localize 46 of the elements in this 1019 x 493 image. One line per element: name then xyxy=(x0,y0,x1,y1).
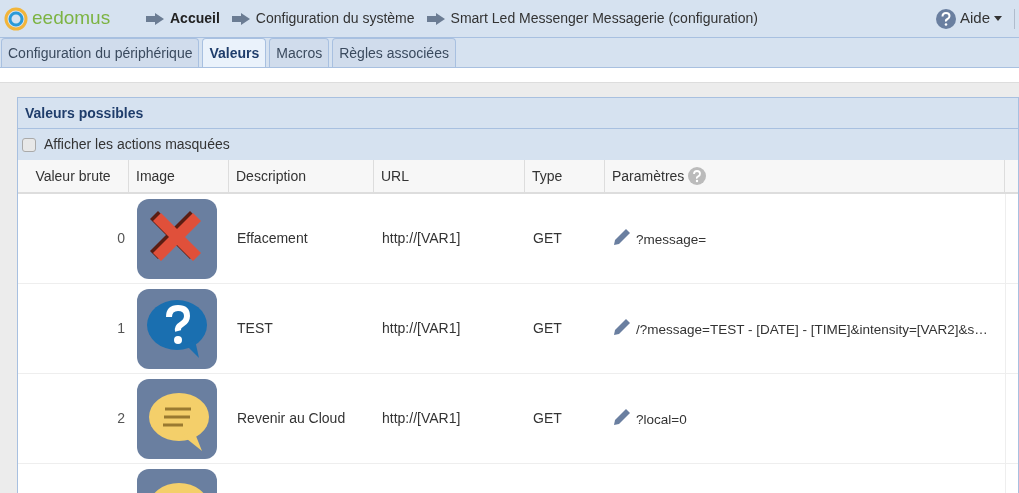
column-header: Valeur brute xyxy=(18,160,129,192)
panel-title: Valeurs possibles xyxy=(25,103,144,123)
column-header: Description xyxy=(229,160,374,192)
logo-icon xyxy=(4,6,28,31)
breadcrumb-link[interactable]: Smart Led Messenger Messagerie (configuration) xyxy=(450,8,758,29)
checkbox[interactable] xyxy=(22,137,36,152)
tab[interactable]: Règles associées xyxy=(332,38,456,67)
table-cell-text: ?message= xyxy=(636,231,707,250)
column-header: Image xyxy=(129,160,229,192)
table-cell-text: /?message=TEST - [DATE] - [TIME]&intensity=[VAR2]&s… xyxy=(636,321,988,340)
tab[interactable]: Configuration du périphérique xyxy=(1,38,200,67)
table-cell: 0 xyxy=(117,230,125,246)
help-icon xyxy=(935,8,956,29)
tab[interactable]: Macros xyxy=(269,38,330,67)
table-cell: GET xyxy=(533,410,562,426)
table-cell: GET xyxy=(533,320,562,336)
pencil-icon[interactable] xyxy=(612,406,632,427)
table-cell: http://[VAR1] xyxy=(382,320,461,336)
table-cell: http://[VAR1] xyxy=(382,410,461,426)
caret-icon xyxy=(994,16,1002,21)
logo-text: eedomus xyxy=(32,6,111,31)
table-cell: Revenir au Cloud xyxy=(237,410,346,426)
help-button[interactable]: Aide xyxy=(935,7,1002,30)
cross-icon xyxy=(137,198,217,279)
column-header: Type xyxy=(525,160,605,192)
checkbox-label: Afficher les actions masquées xyxy=(44,135,230,154)
pencil-icon[interactable] xyxy=(612,226,632,247)
table-cell: 2 xyxy=(117,410,125,426)
pencil-icon[interactable] xyxy=(612,316,632,337)
question-bubble-icon xyxy=(137,288,217,369)
arrow-icon xyxy=(231,12,250,25)
tab[interactable]: Valeurs xyxy=(202,38,267,67)
table-cell-text: ?local=0 xyxy=(636,411,687,430)
table-cell: Effacement xyxy=(237,230,308,246)
column-header: URL xyxy=(374,160,525,192)
table-cell: http://[VAR1] xyxy=(382,230,461,246)
speech-bubble-icon xyxy=(137,378,217,459)
table-cell: GET xyxy=(533,230,562,246)
table-cell: 1 xyxy=(117,320,125,336)
help-icon xyxy=(688,167,707,185)
breadcrumb-link[interactable]: Accueil xyxy=(170,8,220,29)
arrow-icon xyxy=(146,12,164,25)
column-header: Paramètres xyxy=(605,160,1005,192)
arrow-icon xyxy=(426,12,445,25)
breadcrumb-link[interactable]: Configuration du système xyxy=(255,8,415,29)
table-cell: TEST xyxy=(237,320,273,336)
